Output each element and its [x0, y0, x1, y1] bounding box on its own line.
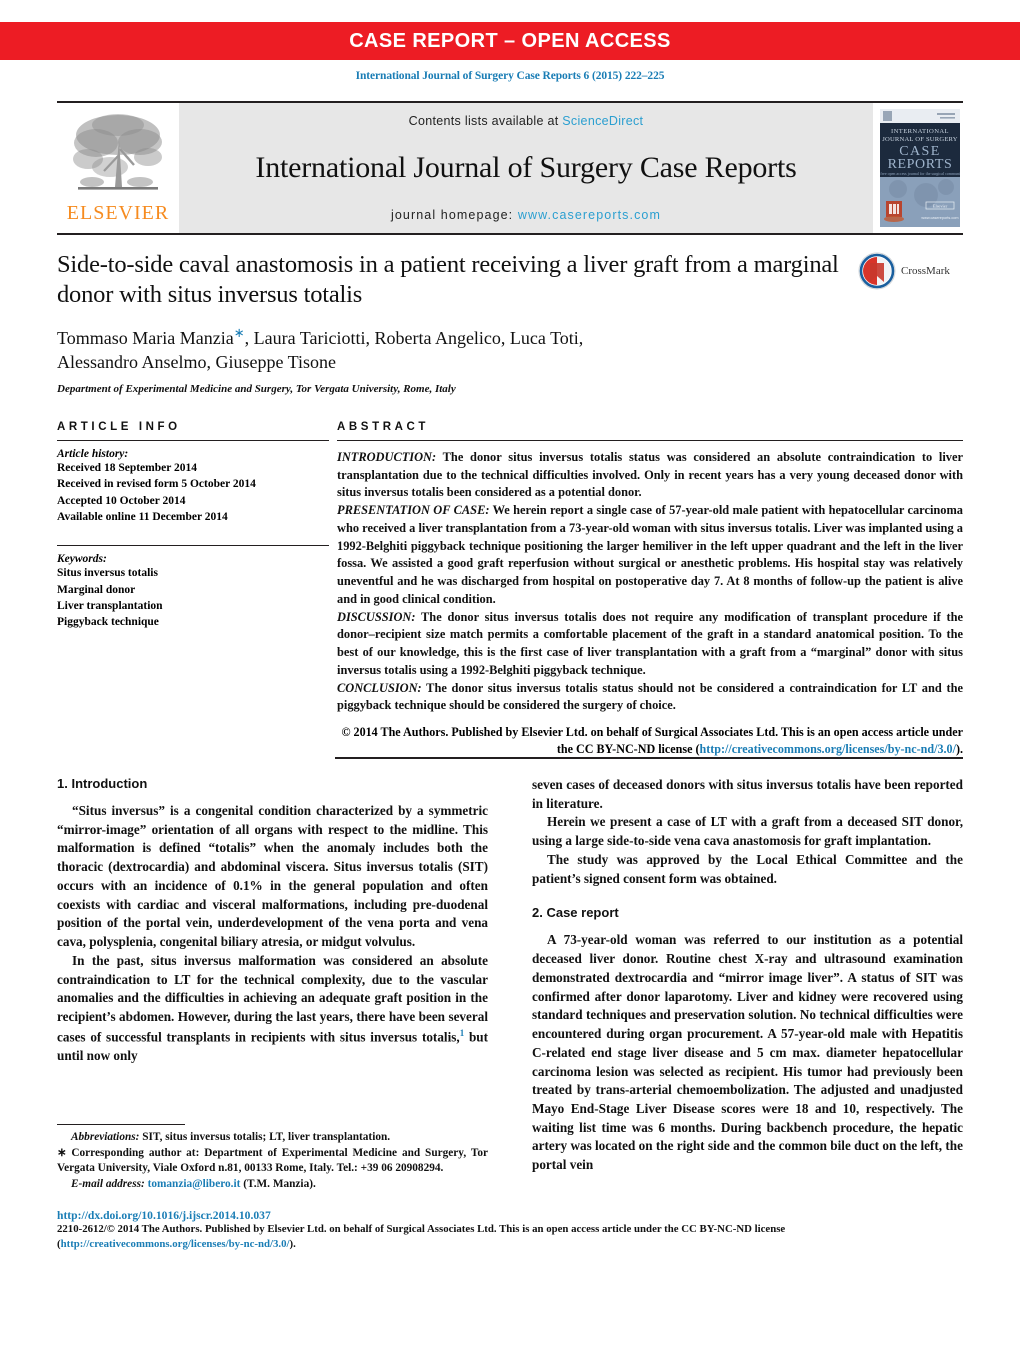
journal-title: International Journal of Surgery Case Re… [255, 151, 797, 184]
author-line-2: Alessandro Anselmo, Giuseppe Tisone [57, 352, 336, 373]
banner-label: CASE REPORT – OPEN ACCESS [349, 29, 671, 52]
history-item: Accepted 10 October 2014 [57, 494, 186, 507]
crossmark-label: CrossMark [901, 265, 950, 277]
homepage-prefix: journal homepage: [391, 208, 518, 222]
body-paragraph: seven cases of deceased donors with situ… [532, 777, 963, 811]
page-footer: http://dx.doi.org/10.1016/j.ijscr.2014.1… [57, 1209, 963, 1252]
svg-text:www.casereports.com: www.casereports.com [921, 216, 958, 220]
footnote-corresponding-author: ∗ Corresponding author at: Department of… [57, 1146, 488, 1177]
elsevier-wordmark: ELSEVIER [66, 202, 170, 224]
body-paragraph: A 73-year-old woman was referred to our … [532, 932, 963, 1173]
keyword-item: Situs inversus totalis [57, 567, 158, 580]
crossmark-icon [858, 252, 896, 290]
contents-available-line: Contents lists available at ScienceDirec… [409, 114, 644, 128]
footer-cc-license-link[interactable]: http://creativecommons.org/licenses/by-n… [61, 1238, 290, 1250]
article-title-block: Side-to-side caval anastomosis in a pati… [57, 250, 847, 395]
body-paragraph: In the past, situs inversus malformation… [57, 952, 488, 1066]
abstract-section-lead: DISCUSSION: [337, 609, 416, 624]
author-first: Tommaso Maria Manzia [57, 327, 234, 348]
history-item: Available online 11 December 2014 [57, 510, 228, 523]
abstract-section-lead: PRESENTATION OF CASE: [337, 503, 490, 518]
author-affiliation: Department of Experimental Medicine and … [57, 383, 456, 396]
email-label: E-mail address: [71, 1177, 145, 1190]
footer-copyright: 2210-2612/© 2014 The Authors. Published … [57, 1222, 963, 1252]
author-rest: , Laura Tariciotti, Roberta Angelico, Lu… [244, 327, 584, 348]
abstract-section-text: The donor situs inversus totalis status … [337, 680, 963, 713]
footnote-email: E-mail address: tomanzia@libero.it (T.M.… [57, 1177, 488, 1193]
history-item: Received in revised form 5 October 2014 [57, 478, 256, 491]
article-info-column: ARTICLE INFO Article history: Received 1… [57, 421, 329, 759]
abstract-license-note: © 2014 The Authors. Published by Elsevie… [337, 724, 963, 759]
abstract-section: DISCUSSION: The donor situs inversus tot… [337, 609, 963, 680]
article-body: 1. Introduction “Situs inversus” is a co… [57, 776, 963, 1175]
abstract-section-text: We herein report a single case of 57-yea… [337, 503, 963, 606]
doi-link[interactable]: http://dx.doi.org/10.1016/j.ijscr.2014.1… [57, 1209, 963, 1222]
history-item: Received 18 September 2014 [57, 462, 197, 474]
abbreviations-label: Abbreviations: [71, 1131, 140, 1143]
abstract-section-lead: CONCLUSION: [337, 680, 422, 695]
abstract-section: INTRODUCTION: The donor situs inversus t… [337, 449, 963, 502]
footnote-rule [57, 1124, 185, 1125]
abstract-section: PRESENTATION OF CASE: We herein report a… [337, 502, 963, 608]
body-column-right: seven cases of deceased donors with situ… [532, 776, 963, 1175]
keywords-label: Keywords: [57, 553, 107, 566]
body-paragraph: Herein we present a case of LT with a gr… [532, 814, 963, 849]
svg-text:Elsevier: Elsevier [933, 204, 948, 209]
journal-masthead: ELSEVIER Contents lists available at Sci… [57, 101, 963, 235]
footer-copyright-text: 2210-2612/© 2014 The Authors. Published … [57, 1223, 786, 1235]
journal-homepage-link[interactable]: www.casereports.com [518, 208, 661, 222]
journal-homepage-line: journal homepage: www.casereports.com [391, 208, 661, 222]
section-heading-introduction: 1. Introduction [57, 776, 148, 791]
corresponding-text: Corresponding author at: Department of E… [57, 1146, 488, 1175]
abstract-divider [337, 440, 963, 441]
abstract-heading: ABSTRACT [337, 421, 430, 433]
page-title: Side-to-side caval anastomosis in a pati… [57, 251, 839, 308]
article-info-heading: ARTICLE INFO [57, 421, 181, 433]
body-column-left: 1. Introduction “Situs inversus” is a co… [57, 776, 488, 1175]
footnote-block: Abbreviations: SIT, situs inversus total… [57, 1124, 488, 1192]
open-access-banner: CASE REPORT – OPEN ACCESS [0, 22, 1020, 60]
svg-text:REPORTS: REPORTS [888, 157, 953, 172]
contents-prefix: Contents lists available at [408, 114, 563, 128]
corresponding-author-marker: ∗ [233, 324, 245, 340]
sciencedirect-link[interactable]: ScienceDirect [562, 114, 643, 128]
abstract-copyright-tail: ). [955, 742, 963, 757]
keyword-item: Marginal donor [57, 583, 136, 596]
cc-license-link[interactable]: http://creativecommons.org/licenses/by-n… [700, 742, 956, 756]
footnote-abbreviations: Abbreviations: SIT, situs inversus total… [57, 1130, 488, 1146]
abstract-section: CONCLUSION: The donor situs inversus tot… [337, 680, 963, 715]
keywords-divider [57, 545, 329, 547]
article-info-divider [57, 440, 329, 441]
elsevier-tree-icon [73, 114, 162, 190]
email-tail: (T.M. Manzia). [240, 1177, 316, 1190]
section-heading-case-report: 2. Case report [532, 905, 619, 921]
keyword-item: Liver transplantation [57, 599, 163, 612]
svg-text:JOURNAL OF SURGERY: JOURNAL OF SURGERY [882, 136, 958, 143]
abstract-column: ABSTRACT INTRODUCTION: The donor situs i… [329, 421, 963, 759]
crossmark-badge[interactable]: CrossMark [858, 252, 950, 290]
body-paragraph-part: In the past, situs inversus malformation… [57, 952, 488, 1045]
abstract-section-text: The donor situs inversus totalis does no… [337, 609, 963, 677]
svg-text:A free open access journal for: A free open access journal for the surgi… [880, 171, 960, 176]
keyword-item: Piggyback technique [57, 616, 159, 629]
info-abstract-region: ARTICLE INFO Article history: Received 1… [57, 421, 963, 759]
author-list: Tommaso Maria Manzia∗, Laura Tariciotti,… [57, 324, 847, 375]
article-history-label: Article history: [57, 448, 129, 460]
email-link[interactable]: tomanzia@libero.it [148, 1178, 241, 1190]
abstract-section-lead: INTRODUCTION: [337, 450, 437, 464]
abstract-bottom-rule [335, 757, 963, 759]
footer-paren-close: ). [289, 1238, 296, 1251]
masthead-center-panel: Contents lists available at ScienceDirec… [179, 103, 873, 233]
elsevier-logo: ELSEVIER [57, 103, 179, 233]
journal-cover-thumbnail: INTERNATIONAL JOURNAL OF SURGERY CASE RE… [877, 103, 963, 233]
abbreviations-text: SIT, situs inversus totalis; LT, liver t… [139, 1131, 391, 1143]
journal-running-head: International Journal of Surgery Case Re… [355, 70, 665, 82]
body-paragraph: The study was approved by the Local Ethi… [532, 851, 963, 886]
journal-cover-image: INTERNATIONAL JOURNAL OF SURGERY CASE RE… [880, 109, 960, 227]
body-paragraph: “Situs inversus” is a congenital conditi… [57, 803, 488, 950]
svg-text:INTERNATIONAL: INTERNATIONAL [891, 128, 949, 135]
